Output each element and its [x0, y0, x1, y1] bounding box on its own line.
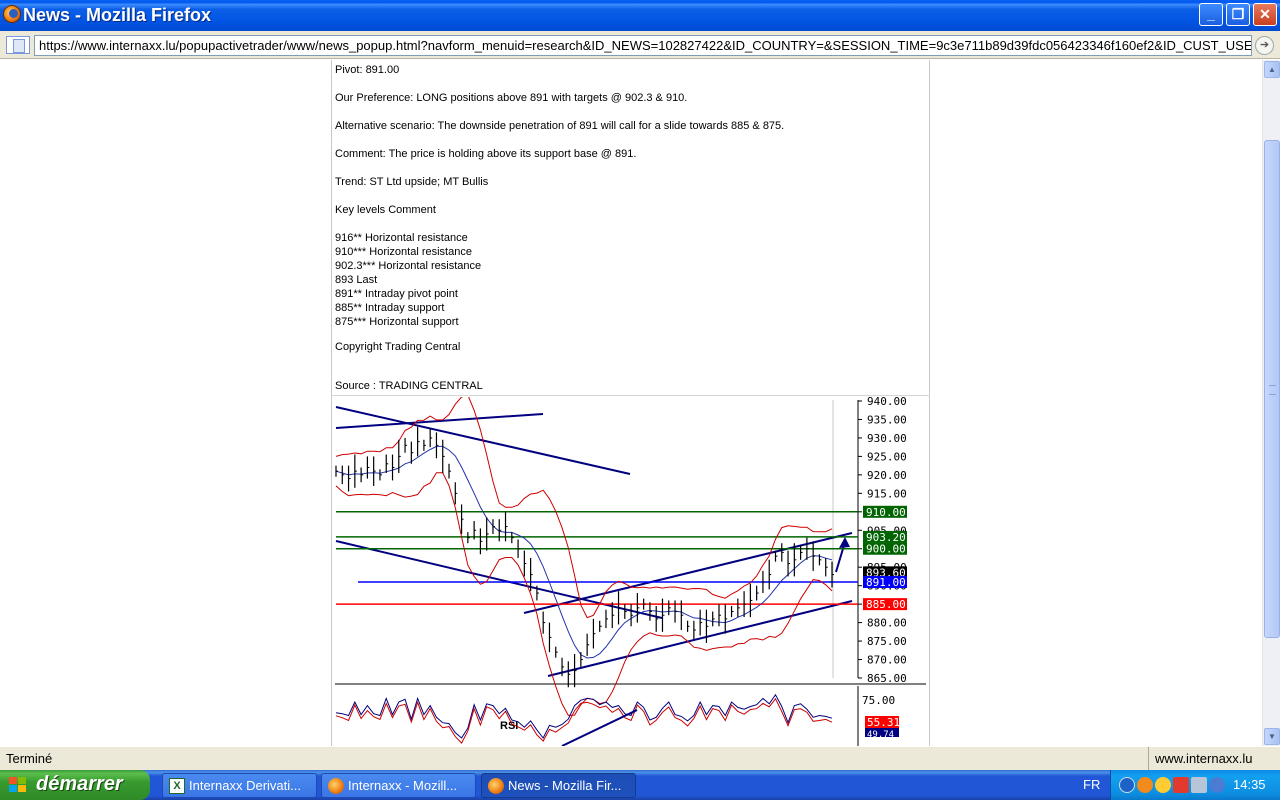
- y-tick-label: 865.00: [867, 672, 907, 685]
- y-tick-label: 925.00: [867, 450, 907, 463]
- close-button[interactable]: ✕: [1253, 3, 1277, 26]
- y-tick-label: 870.00: [867, 654, 907, 667]
- bollinger-upper: [335, 397, 833, 619]
- start-label: démarrer: [36, 773, 123, 795]
- price-chart: 940.00 935.00 930.00 925.00 920.00 915.00 910.…: [335, 397, 926, 746]
- tray-app-icon[interactable]: [1137, 777, 1153, 793]
- clock: 14:35: [1233, 777, 1266, 792]
- expand-tray-icon[interactable]: [1119, 777, 1135, 793]
- vertical-scrollbar[interactable]: ▲ ▼: [1262, 60, 1280, 746]
- system-tray: 14:35: [1110, 770, 1280, 800]
- url-field[interactable]: https://www.internaxx.lu/popupactivetrad…: [34, 35, 1252, 56]
- level-label: 910.00: [866, 506, 906, 519]
- level-label: 891.00: [866, 576, 906, 589]
- excel-icon: X: [169, 778, 185, 794]
- level-item: 891** Intraday pivot point: [335, 288, 458, 300]
- level-item: 893 Last: [335, 274, 378, 286]
- level-item: 875*** Horizontal support: [335, 316, 459, 328]
- level-label: 885.00: [866, 598, 906, 611]
- address-bar: https://www.internaxx.lu/popupactivetrad…: [0, 31, 1280, 59]
- task-news-firefox[interactable]: News - Mozilla Fir...: [481, 773, 636, 798]
- task-label: Internaxx Derivati...: [189, 778, 301, 793]
- level-item: 910*** Horizontal resistance: [335, 246, 472, 258]
- task-internaxx-firefox[interactable]: Internaxx - Mozill...: [321, 773, 476, 798]
- rsi-value: 55.31: [867, 716, 900, 729]
- level-item: 902.3*** Horizontal resistance: [335, 260, 482, 272]
- start-button[interactable]: démarrer: [0, 770, 150, 800]
- network-icon[interactable]: [1191, 777, 1207, 793]
- firefox-icon: [3, 5, 21, 23]
- pivot-text: Pivot: 891.00: [335, 64, 400, 76]
- preference-text: Our Preference: LONG positions above 891…: [335, 92, 688, 104]
- level-item: 885** Intraday support: [335, 302, 445, 314]
- page-content: Pivot: 891.00 Our Preference: LONG posit…: [0, 60, 1262, 746]
- rsi-signal-value: 49.74: [867, 730, 894, 740]
- minimize-button[interactable]: _: [1199, 3, 1223, 26]
- taskbar: démarrer X Internaxx Derivati... Interna…: [0, 770, 1280, 800]
- y-tick-label: 875.00: [867, 635, 907, 648]
- y-tick-label: 920.00: [867, 469, 907, 482]
- status-domain: www.internaxx.lu: [1148, 747, 1260, 771]
- comment-text: Comment: The price is holding above its …: [335, 148, 637, 160]
- tray-messenger-icon[interactable]: [1155, 777, 1171, 793]
- window-title: News - Mozilla Firefox: [23, 5, 212, 25]
- language-indicator[interactable]: FR: [1083, 770, 1100, 800]
- go-icon[interactable]: ➔: [1255, 36, 1274, 55]
- page-icon: [6, 36, 30, 54]
- trendline-channel-low: [335, 540, 663, 619]
- level-item: 916** Horizontal resistance: [335, 232, 468, 244]
- y-tick-label: 940.00: [867, 397, 907, 408]
- volume-icon[interactable]: [1209, 777, 1225, 793]
- task-label: Internaxx - Mozill...: [348, 778, 458, 793]
- source-text: Source : TRADING CENTRAL: [335, 380, 483, 392]
- y-tick-label: 935.00: [867, 413, 907, 426]
- task-internaxx-derivatives[interactable]: X Internaxx Derivati...: [162, 773, 317, 798]
- status-text: Terminé: [6, 751, 53, 766]
- scroll-thumb[interactable]: [1264, 140, 1280, 638]
- arrow-head: [839, 537, 850, 548]
- y-tick-label: 880.00: [867, 617, 907, 630]
- alternative-text: Alternative scenario: The downside penet…: [335, 120, 785, 132]
- firefox-icon: [488, 778, 504, 794]
- bollinger-lower: [335, 472, 833, 716]
- trendline-top: [335, 413, 544, 429]
- news-panel: Pivot: 891.00 Our Preference: LONG posit…: [331, 60, 930, 746]
- scroll-down-icon[interactable]: ▼: [1264, 728, 1280, 745]
- trend-text: Trend: ST Ltd upside; MT Bullis: [335, 176, 489, 188]
- maximize-button[interactable]: ❐: [1226, 3, 1250, 26]
- status-bar: Terminé www.internaxx.lu: [0, 746, 1280, 771]
- rsi-tick-label: 75.00: [862, 694, 895, 707]
- firefox-icon: [328, 778, 344, 794]
- title-bar: News - Mozilla Firefox _ ❐ ✕: [0, 0, 1280, 31]
- network-error-icon[interactable]: [1173, 777, 1189, 793]
- y-tick-label: 915.00: [867, 487, 907, 500]
- windows-logo-icon: [9, 777, 27, 793]
- y-tick-label: 930.00: [867, 432, 907, 445]
- scroll-up-icon[interactable]: ▲: [1264, 61, 1280, 78]
- moving-average-line: [335, 445, 833, 659]
- divider: [332, 395, 930, 396]
- channel-upper: [523, 532, 853, 614]
- copyright-text: Copyright Trading Central: [335, 341, 461, 353]
- key-levels-header: Key levels Comment: [335, 204, 436, 216]
- task-label: News - Mozilla Fir...: [508, 778, 622, 793]
- level-label: 900.00: [866, 543, 906, 556]
